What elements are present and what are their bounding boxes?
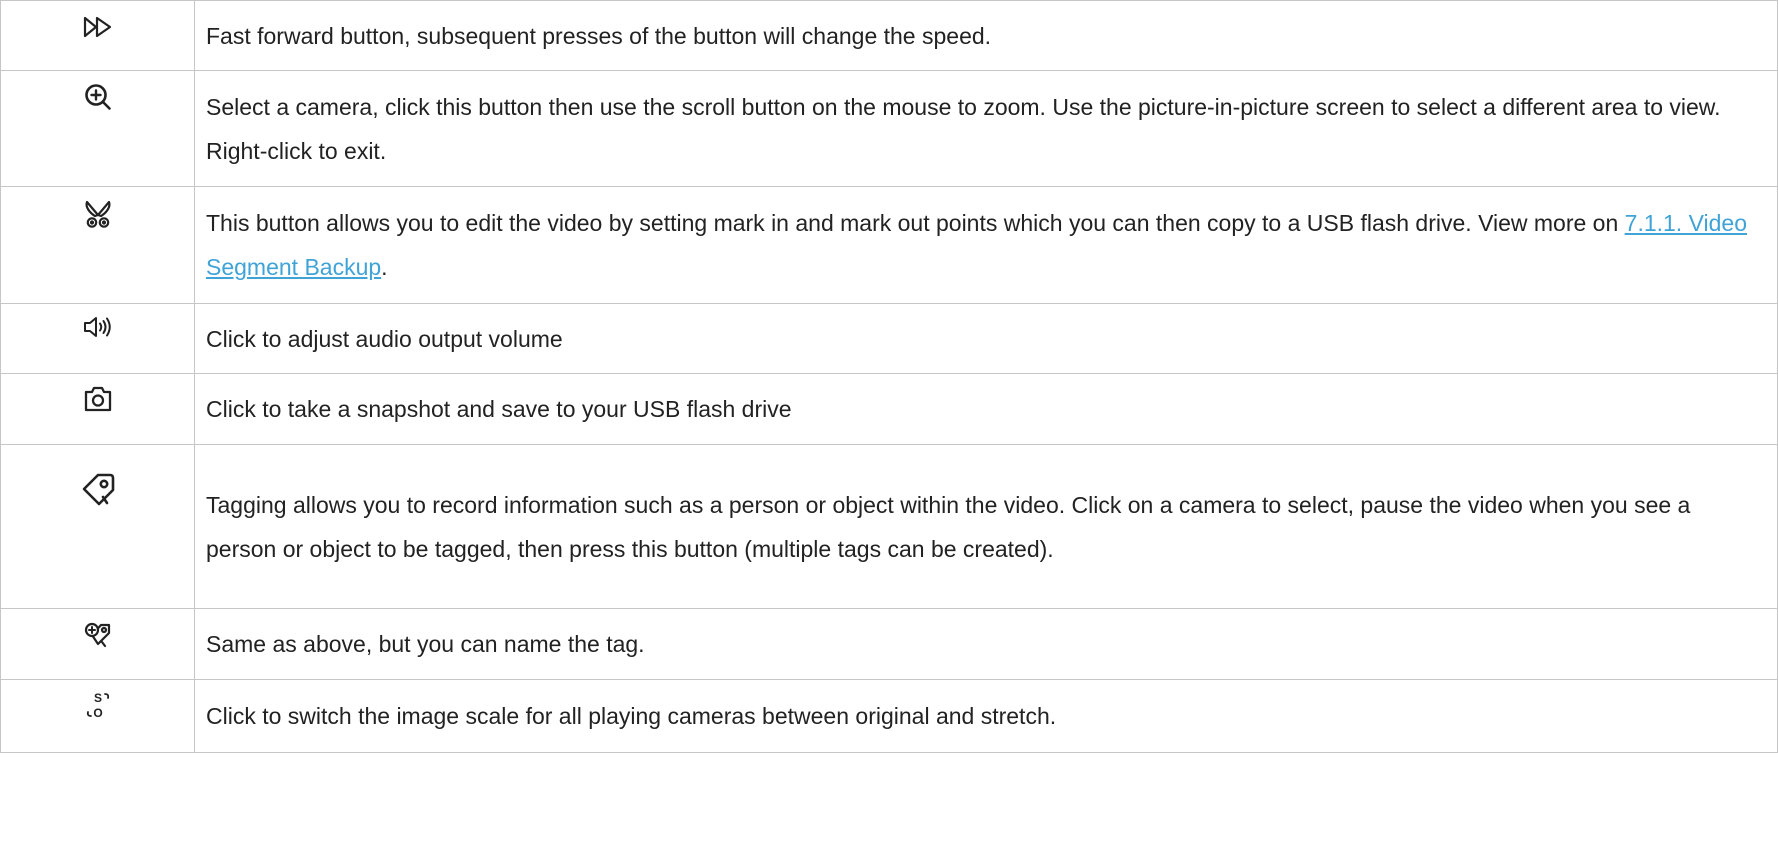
icon-cell <box>0 186 195 304</box>
zoom-in-icon <box>84 83 112 111</box>
icon-cell <box>0 444 195 609</box>
row-description: Click to take a snapshot and save to you… <box>194 373 1778 445</box>
row-description: Tagging allows you to record information… <box>194 444 1778 609</box>
icon-cell <box>0 70 195 187</box>
description-text-after: . <box>381 254 388 280</box>
camera-icon <box>84 386 112 412</box>
icon-cell <box>0 608 195 680</box>
tag-icon <box>81 473 115 507</box>
description-text: Tagging allows you to record information… <box>206 491 1691 562</box>
table-row: This button allows you to edit the video… <box>0 186 1778 304</box>
description-text: Same as above, but you can name the tag. <box>206 631 645 657</box>
icon-cell <box>0 0 195 71</box>
row-description: Fast forward button, subsequent presses … <box>194 0 1778 71</box>
icon-description-table: Fast forward button, subsequent presses … <box>0 0 1778 753</box>
table-row: Tagging allows you to record information… <box>0 444 1778 609</box>
scale-letter-s: S <box>93 691 101 705</box>
description-text-before: This button allows you to edit the video… <box>206 210 1625 236</box>
icon-cell <box>0 373 195 445</box>
add-tag-icon <box>84 621 112 649</box>
table-row: S O Click to switch the image scale for … <box>0 679 1778 753</box>
table-row: Click to adjust audio output volume <box>0 303 1778 374</box>
row-description: This button allows you to edit the video… <box>194 186 1778 304</box>
table-row: Click to take a snapshot and save to you… <box>0 373 1778 445</box>
scale-letter-o: O <box>93 706 102 720</box>
row-description: Select a camera, click this button then … <box>194 70 1778 187</box>
description-text: Select a camera, click this button then … <box>206 93 1721 164</box>
description-text: Click to adjust audio output volume <box>206 325 563 352</box>
fast-forward-icon <box>83 15 113 39</box>
row-description: Click to adjust audio output volume <box>194 303 1778 374</box>
table-row: Same as above, but you can name the tag. <box>0 608 1778 680</box>
table-row: Fast forward button, subsequent presses … <box>0 0 1778 71</box>
row-description: Same as above, but you can name the tag. <box>194 608 1778 680</box>
row-description: Click to switch the image scale for all … <box>194 679 1778 753</box>
description-text: Click to take a snapshot and save to you… <box>206 396 792 422</box>
icon-cell <box>0 303 195 374</box>
scissors-icon <box>84 199 112 229</box>
table-row: Select a camera, click this button then … <box>0 70 1778 187</box>
description-text: Click to switch the image scale for all … <box>206 703 1057 729</box>
icon-cell: S O <box>0 679 195 753</box>
scale-switch-icon: S O <box>83 690 113 720</box>
description-text: Fast forward button, subsequent presses … <box>206 22 992 49</box>
volume-icon <box>83 316 113 338</box>
